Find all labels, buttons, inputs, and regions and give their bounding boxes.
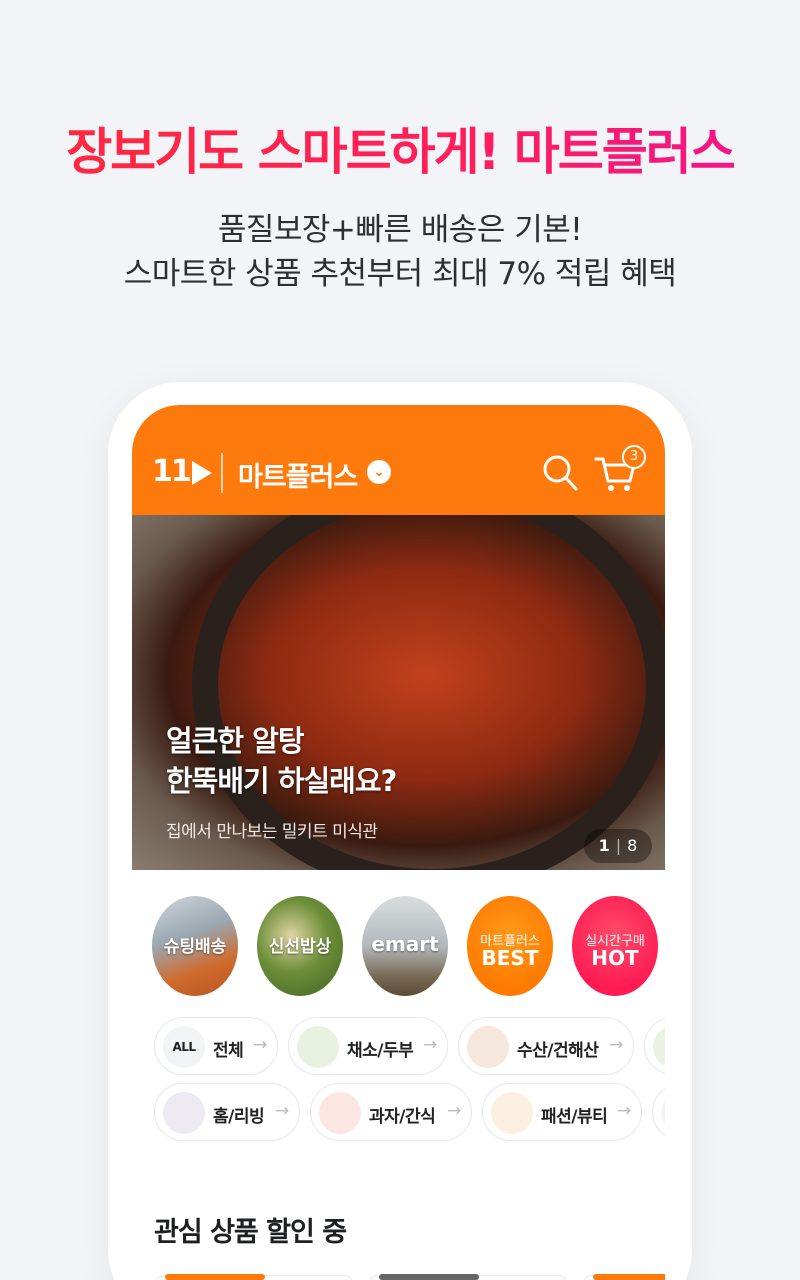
shortcut-label-bottom: HOT: [591, 946, 639, 970]
header-divider: [221, 453, 223, 493]
card-tag: [165, 1274, 265, 1280]
pager-total: 8: [627, 836, 638, 855]
category-chip-snacks[interactable]: 과자/간식 →: [310, 1083, 472, 1141]
pager-separator: |: [615, 836, 622, 855]
arrow-right-icon: →: [423, 1035, 437, 1055]
11st-logo[interactable]: 11: [152, 457, 212, 487]
category-chip-seafood[interactable]: 수산/건해산 →: [458, 1017, 634, 1075]
category-label: 채소/두부: [347, 1041, 414, 1061]
cart-count-badge: 3: [622, 445, 646, 469]
category-label: 홈/리빙: [213, 1107, 265, 1127]
chair-icon: [163, 1092, 205, 1134]
promo-subtitle-line2: 스마트한 상품 추천부터 최대 7% 적립 혜택: [123, 256, 677, 292]
category-chip-more[interactable]: [652, 1083, 665, 1141]
shortcut-emart[interactable]: emart: [362, 896, 448, 996]
logo-text: 11: [152, 454, 192, 489]
category-chip-all[interactable]: ALL 전체 →: [154, 1017, 278, 1075]
category-label: 전체: [213, 1041, 244, 1061]
shortcut-label: emart: [371, 932, 439, 956]
all-icon: ALL: [163, 1026, 205, 1068]
product-card[interactable]: [368, 1274, 568, 1280]
shortcut-martplus-best[interactable]: 마트플러스 BEST: [467, 896, 553, 996]
fish-icon: [467, 1026, 509, 1068]
pager-current: 1: [598, 836, 610, 855]
chevron-down-icon[interactable]: ⌄: [367, 460, 391, 484]
arrow-right-icon: →: [253, 1035, 267, 1055]
vegetable-icon: [297, 1026, 339, 1068]
category-chip-fashion-beauty[interactable]: 패션/뷰티 →: [482, 1083, 642, 1141]
shortcut-row: 슈팅배송 신선밥상 emart 마트플러스 BEST 실시간구매 HOT: [152, 896, 665, 998]
product-card[interactable]: [582, 1274, 665, 1280]
hero-banner[interactable]: 얼큰한 알탕 한뚝배기 하실래요? 집에서 만나보는 밀키트 미식관 1 | 8: [132, 515, 665, 870]
section-title: 관심 상품 할인 중: [154, 1217, 347, 1248]
hero-subtitle: 집에서 만나보는 밀키트 미식관: [166, 822, 378, 842]
logo-triangle-icon: [191, 460, 212, 485]
card-tag: [379, 1274, 479, 1280]
shortcut-fresh-table[interactable]: 신선밥상: [257, 896, 343, 996]
category-chip-more[interactable]: [644, 1017, 665, 1075]
snack-icon: [319, 1092, 361, 1134]
shortcut-shooting-delivery[interactable]: 슈팅배송: [152, 896, 238, 996]
hero-title: 얼큰한 알탕 한뚝배기 하실래요?: [166, 721, 397, 801]
category-label: 과자/간식: [369, 1107, 436, 1127]
card-tag: [593, 1274, 665, 1280]
app-screen: 11 마트플러스 ⌄ 3 얼큰한 알탕 한뚝배기 하실래요? 집에서 만나보는 …: [132, 405, 665, 1280]
category-label: 패션/뷰티: [541, 1107, 608, 1127]
category-icon: [661, 1092, 665, 1134]
promo-headline: 장보기도 스마트하게! 마트플러스: [0, 112, 800, 184]
header-title[interactable]: 마트플러스: [238, 455, 358, 494]
category-chip-vegetables[interactable]: 채소/두부 →: [288, 1017, 448, 1075]
arrow-right-icon: →: [275, 1101, 289, 1121]
shortcut-label: 슈팅배송: [163, 937, 227, 957]
shortcut-label: 신선밥상: [268, 937, 332, 957]
promo-subtitle-line1: 품질보장+빠른 배송은 기본!: [217, 212, 583, 248]
hero-title-line2: 한뚝배기 하실래요?: [166, 764, 397, 798]
arrow-right-icon: →: [617, 1101, 631, 1121]
category-label: 수산/건해산: [517, 1041, 599, 1061]
vegetable-icon: [653, 1026, 665, 1068]
search-icon[interactable]: [542, 453, 578, 493]
dress-icon: [491, 1092, 533, 1134]
shortcut-realtime-hot[interactable]: 실시간구매 HOT: [572, 896, 658, 996]
product-card[interactable]: [154, 1274, 354, 1280]
arrow-right-icon: →: [609, 1035, 623, 1055]
hero-pager: 1 | 8: [584, 829, 652, 863]
app-header: 11 마트플러스 ⌄ 3: [132, 405, 665, 515]
shortcut-label-bottom: BEST: [481, 946, 539, 970]
category-chip-home-living[interactable]: 홈/리빙 →: [154, 1083, 300, 1141]
hero-title-line1: 얼큰한 알탕: [166, 724, 305, 758]
arrow-right-icon: →: [447, 1101, 461, 1121]
